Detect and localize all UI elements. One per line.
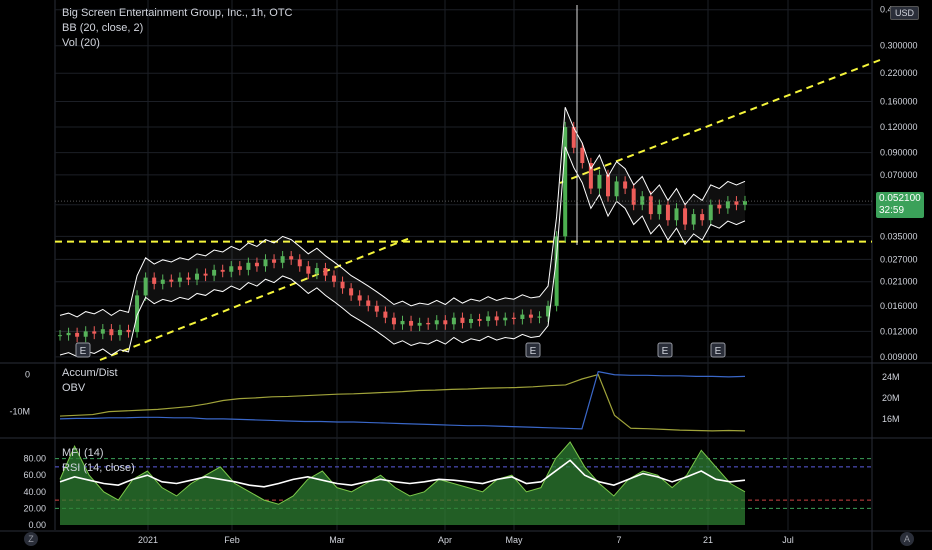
osc-tick-label: 60.00 bbox=[23, 470, 46, 480]
osc-legend: MFI (14) RSI (14, close) bbox=[62, 446, 135, 476]
y-tick-label: 0.070000 bbox=[880, 170, 918, 180]
y-tick-label: 0.009000 bbox=[880, 352, 918, 362]
x-tick-label: 21 bbox=[703, 535, 713, 545]
y-tick-label: 0.120000 bbox=[880, 122, 918, 132]
x-tick-label: Mar bbox=[329, 535, 345, 545]
x-tick-label: 7 bbox=[616, 535, 621, 545]
earnings-marker-label: E bbox=[662, 346, 669, 357]
x-tick-label: Apr bbox=[438, 535, 452, 545]
vol-legend: Vol (20) bbox=[62, 37, 100, 49]
osc-tick-label: 20.00 bbox=[23, 503, 46, 513]
y-tick-label: 0.027000 bbox=[880, 254, 918, 264]
price-tag-value: 0.052100 bbox=[879, 193, 921, 204]
chart-canvas: 2021FebMarAprMay721Jul0.4500000.3000000.… bbox=[0, 0, 932, 550]
y-tick-label: 0.016000 bbox=[880, 301, 918, 311]
y-tick-label: 0.012000 bbox=[880, 326, 918, 336]
y-tick-label: 0.300000 bbox=[880, 41, 918, 51]
x-tick-label: Jul bbox=[782, 535, 794, 545]
osc-tick-label: 0.00 bbox=[28, 520, 46, 530]
rsi-legend: RSI (14, close) bbox=[62, 462, 135, 474]
price-tag-countdown: 32:59 bbox=[879, 205, 905, 216]
right-tick-label: 20M bbox=[882, 393, 900, 403]
earnings-marker-label: E bbox=[530, 346, 537, 357]
mfi-legend: MFI (14) bbox=[62, 447, 104, 459]
osc-tick-label: 40.00 bbox=[23, 487, 46, 497]
y-tick-label: 0.160000 bbox=[880, 97, 918, 107]
currency-button[interactable]: USD bbox=[890, 6, 920, 20]
y-tick-label: 0.220000 bbox=[880, 68, 918, 78]
x-tick-label: May bbox=[505, 535, 523, 545]
right-tick-label: 16M bbox=[882, 414, 900, 424]
price-legend: Big Screen Entertainment Group, Inc., 1h… bbox=[62, 6, 293, 51]
obv-legend: OBV bbox=[62, 382, 86, 394]
x-tick-label: Feb bbox=[224, 535, 240, 545]
osc-tick-label: 80.00 bbox=[23, 454, 46, 464]
earnings-marker-label: E bbox=[80, 346, 87, 357]
zoom-reset-button[interactable]: Z bbox=[24, 532, 38, 546]
chart-title: Big Screen Entertainment Group, Inc., 1h… bbox=[62, 7, 293, 19]
auto-scale-button[interactable]: A bbox=[900, 532, 914, 546]
y-tick-label: 0.035000 bbox=[880, 231, 918, 241]
y-tick-label: 0.021000 bbox=[880, 277, 918, 287]
accum-legend: Accum/Dist bbox=[62, 367, 118, 379]
left-tick-label: -10M bbox=[9, 407, 30, 417]
right-tick-label: 24M bbox=[882, 372, 900, 382]
left-tick-label: 0 bbox=[25, 370, 30, 380]
bb-legend: BB (20, close, 2) bbox=[62, 22, 144, 34]
earnings-marker-label: E bbox=[715, 346, 722, 357]
volume-legend: Accum/Dist OBV bbox=[62, 366, 118, 396]
x-tick-label: 2021 bbox=[138, 535, 158, 545]
price-tag: 0.052100 32:59 bbox=[876, 192, 924, 218]
y-tick-label: 0.090000 bbox=[880, 148, 918, 158]
